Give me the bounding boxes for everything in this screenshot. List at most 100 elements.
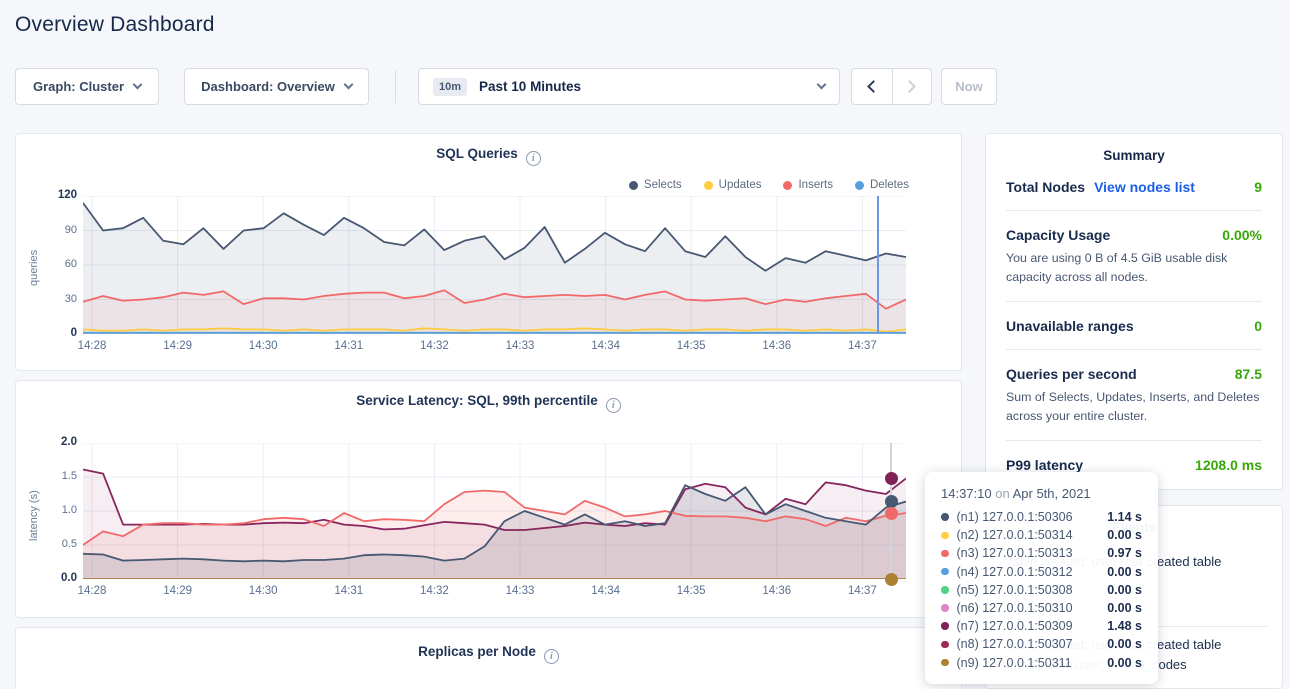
tooltip-node-value: 0.00 s (1107, 637, 1142, 651)
legend-item-updates: Updates (704, 179, 762, 191)
y-axis-tick: 90 (47, 224, 77, 236)
time-prev-button[interactable] (852, 69, 892, 104)
tooltip-node-label: (n7) 127.0.0.1:50309 (957, 619, 1073, 633)
metric-description: Sum of Selects, Updates, Inserts, and De… (1006, 388, 1262, 425)
dashboard-dropdown-label: Dashboard: Overview (201, 79, 335, 94)
y-axis-tick: 0.5 (47, 538, 77, 550)
summary-divider (1006, 210, 1262, 211)
tooltip-row: (n2) 127.0.0.1:503140.00 s (941, 526, 1142, 544)
legend-item-selects: Selects (629, 179, 682, 191)
legend-item-inserts: Inserts (783, 179, 833, 191)
x-axis-tick: 14:37 (840, 340, 884, 352)
service-latency-card: Service Latency: SQL, 99th percentilei l… (15, 380, 962, 618)
metric-value: 87.5 (1235, 366, 1262, 382)
x-axis-tick: 14:31 (327, 340, 371, 352)
x-axis-tick: 14:36 (755, 340, 799, 352)
sql-queries-card: SQL Queriesi SelectsUpdatesInsertsDelete… (15, 133, 962, 371)
tooltip-node-label: (n5) 127.0.0.1:50308 (957, 583, 1073, 597)
x-axis-tick: 14:36 (755, 585, 799, 597)
tooltip-node-value: 1.48 s (1107, 619, 1142, 633)
x-axis-tick: 14:32 (412, 340, 456, 352)
tooltip-timestamp: 14:37:10 on Apr 5th, 2021 (941, 486, 1142, 501)
x-axis-tick: 14:29 (156, 340, 200, 352)
time-range-picker[interactable]: 10m Past 10 Minutes (418, 68, 840, 105)
service-latency-chart[interactable] (83, 443, 906, 579)
legend-label: Inserts (798, 179, 833, 191)
tooltip-row: (n4) 127.0.0.1:503120.00 s (941, 563, 1142, 581)
graph-dropdown[interactable]: Graph: Cluster (15, 68, 159, 105)
metric-value: 0 (1254, 318, 1262, 334)
legend-dot-icon (629, 181, 638, 190)
tooltip-node-value: 0.00 s (1107, 656, 1142, 670)
tooltip-node-label: (n6) 127.0.0.1:50310 (957, 601, 1073, 615)
metric-label: Queries per second (1006, 366, 1137, 382)
tooltip-row: (n1) 127.0.0.1:503061.14 s (941, 508, 1142, 526)
tooltip-row: (n7) 127.0.0.1:50309 1.48 s (941, 617, 1142, 635)
legend-dot-icon (783, 181, 792, 190)
sql-queries-legend: Selects Updates Inserts Deletes (629, 179, 909, 191)
tooltip-row: (n3) 127.0.0.1:503130.97 s (941, 544, 1142, 562)
tooltip-row: (n5) 127.0.0.1:50308 0.00 s (941, 581, 1142, 599)
tooltip-row: (n6) 127.0.0.1:50310 0.00 s (941, 599, 1142, 617)
summary-metric: Queries per second 87.5 Sum of Selects, Up… (986, 366, 1282, 425)
summary-panel: Summary Total NodesView nodes list9Capac… (985, 133, 1283, 490)
view-nodes-list-link[interactable]: View nodes list (1094, 179, 1195, 195)
tooltip-node-value: 0.00 s (1107, 528, 1142, 542)
summary-metric: Capacity Usage0.00%You are using 0 B of … (986, 227, 1282, 286)
info-icon[interactable]: i (606, 398, 621, 413)
chart-svg (83, 196, 906, 334)
sql-hover-line (877, 196, 879, 334)
info-icon[interactable]: i (544, 649, 559, 664)
chevron-down-icon (133, 80, 143, 90)
metric-description: You are using 0 B of 4.5 GiB usable disk… (1006, 249, 1262, 286)
time-next-button[interactable] (892, 69, 932, 104)
service-latency-title-row: Service Latency: SQL, 99th percentilei (16, 393, 961, 413)
legend-dot-icon (855, 181, 864, 190)
graph-dropdown-label: Graph: Cluster (33, 79, 124, 94)
time-range-label: Past 10 Minutes (479, 79, 581, 94)
tooltip-row: (n9) 127.0.0.1:503110.00 s (941, 654, 1142, 672)
y-axis-tick: 0 (47, 327, 77, 339)
tooltip-node-value: 1.14 s (1107, 510, 1142, 524)
summary-metric: Unavailable ranges 0 (986, 318, 1282, 334)
y-axis-tick: 2.0 (47, 436, 77, 448)
x-axis-tick: 14:32 (412, 585, 456, 597)
legend-label: Updates (719, 179, 762, 191)
x-axis-tick: 14:34 (584, 585, 628, 597)
info-icon[interactable]: i (526, 151, 541, 166)
summary-metric: Total NodesView nodes list9 (986, 179, 1282, 195)
series-dot-icon (941, 532, 949, 540)
chevron-right-icon (903, 80, 916, 93)
x-axis-tick: 14:28 (70, 340, 114, 352)
hover-point-icon (885, 472, 898, 485)
tooltip-node-value: 0.00 s (1107, 601, 1142, 615)
y-axis-tick: 0.0 (47, 572, 77, 584)
summary-divider (1006, 440, 1262, 441)
legend-label: Deletes (870, 179, 909, 191)
page-title: Overview Dashboard (15, 13, 215, 37)
replicas-title: Replicas per Node (418, 644, 536, 659)
controls-divider (395, 70, 396, 103)
hover-point-icon (885, 573, 898, 586)
legend-dot-icon (704, 181, 713, 190)
y-axis-tick: 120 (47, 189, 77, 201)
summary-divider (1006, 349, 1262, 350)
x-axis-tick: 14:31 (327, 585, 371, 597)
y-axis-tick: 1.5 (47, 470, 77, 482)
dashboard-dropdown[interactable]: Dashboard: Overview (184, 68, 369, 105)
replicas-title-row: Replicas per Node i (16, 644, 961, 664)
metric-label: Unavailable ranges (1006, 318, 1134, 334)
sql-queries-chart[interactable] (83, 196, 906, 334)
tooltip-node-value: 0.00 s (1107, 565, 1142, 579)
tooltip-node-label: (n8) 127.0.0.1:50307 (957, 637, 1073, 651)
y-axis-tick: 1.0 (47, 504, 77, 516)
tooltip-node-value: 0.00 s (1107, 583, 1142, 597)
metric-label: Capacity Usage (1006, 227, 1110, 243)
now-button[interactable]: Now (941, 68, 997, 105)
metric-value: 1208.0 ms (1195, 457, 1262, 473)
x-axis-tick: 14:30 (241, 340, 285, 352)
y-axis-tick: 30 (47, 293, 77, 305)
summary-divider (1006, 301, 1262, 302)
chevron-down-icon (343, 80, 353, 90)
chevron-down-icon (817, 80, 827, 90)
